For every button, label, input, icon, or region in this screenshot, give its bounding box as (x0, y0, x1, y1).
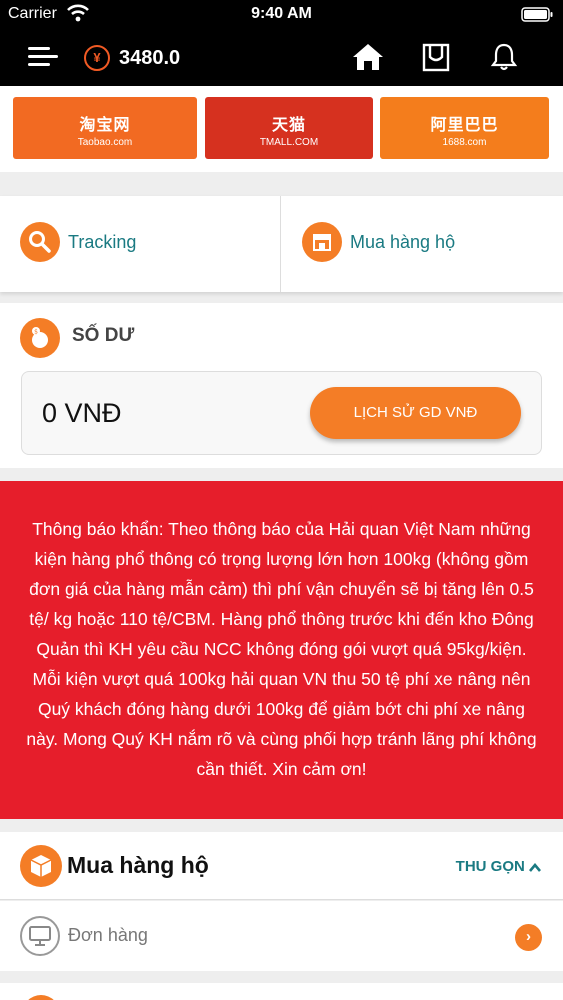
quick-actions-divider (280, 196, 281, 292)
tracking-button[interactable]: Tracking (20, 222, 260, 264)
top-nav-bar: ¥ 3480.0 (0, 30, 563, 86)
clock: 9:40 AM (251, 5, 312, 22)
banner-1688-logo: 阿里巴巴 (430, 117, 499, 134)
battery-icon (521, 7, 553, 22)
banner-1688[interactable]: 阿里巴巴 1688.com (380, 97, 549, 159)
banner-tmall-domain: TMALL.COM (259, 137, 319, 148)
status-bar: Carrier 9:40 AM (0, 0, 563, 30)
section-title: Mua hàng hộ (67, 852, 209, 878)
urgent-notice: Thông báo khẩn: Theo thông báo của Hải q… (0, 481, 563, 819)
banner-taobao-logo: 淘宝网 (79, 117, 131, 134)
banner-1688-domain: 1688.com (442, 137, 487, 148)
banner-tmall-logo: 天猫 (271, 117, 306, 134)
balance-box: 0 VNĐ LỊCH SỬ GD VNĐ (21, 371, 542, 455)
store-banners: 淘宝网 Taobao.com 天猫 TMALL.COM 阿里巴巴 1688.co… (0, 86, 563, 172)
box-icon (20, 845, 62, 887)
collapse-toggle[interactable]: THU GỌN (456, 858, 541, 875)
orders-label: Đơn hàng (68, 925, 148, 945)
next-item-icon (22, 995, 60, 1000)
next-list-item (0, 983, 563, 1000)
banner-tmall[interactable]: 天猫 TMALL.COM (205, 97, 373, 159)
menu-icon[interactable] (28, 44, 58, 70)
bell-icon[interactable] (490, 42, 518, 72)
quick-actions: Tracking Mua hàng hộ (0, 196, 563, 292)
tracking-label: Tracking (68, 232, 137, 252)
balance-card: $ SỐ DƯ 0 VNĐ LỊCH SỬ GD VNĐ (0, 303, 563, 468)
monitor-icon (20, 916, 60, 956)
section-header-order-service: Mua hàng hộ THU GỌN (0, 832, 563, 900)
home-icon[interactable] (352, 42, 384, 72)
search-icon (20, 222, 60, 262)
yen-icon: ¥ (84, 45, 110, 71)
urgent-notice-text: Thông báo khẩn: Theo thông báo của Hải q… (26, 519, 537, 779)
chevron-right-icon: › (515, 924, 542, 951)
store-icon (302, 222, 342, 262)
transaction-history-button[interactable]: LỊCH SỬ GD VNĐ (310, 387, 521, 439)
banner-taobao-domain: Taobao.com (77, 137, 133, 148)
balance-amount: 0 VNĐ (42, 398, 122, 428)
banner-taobao[interactable]: 淘宝网 Taobao.com (13, 97, 197, 159)
collapse-toggle-label: THU GỌN (455, 858, 525, 875)
list-item-orders[interactable]: Đơn hàng › (0, 901, 563, 971)
piggy-bank-icon: $ (20, 318, 60, 358)
balance-title: SỐ DƯ (72, 325, 135, 346)
order-service-label: Mua hàng hộ (350, 232, 456, 252)
shopping-bag-icon[interactable] (422, 42, 450, 72)
svg-text:$: $ (34, 329, 38, 336)
header-balance: 3480.0 (119, 47, 181, 69)
order-service-button[interactable]: Mua hàng hộ (302, 222, 542, 264)
chevron-up-icon (529, 862, 541, 872)
